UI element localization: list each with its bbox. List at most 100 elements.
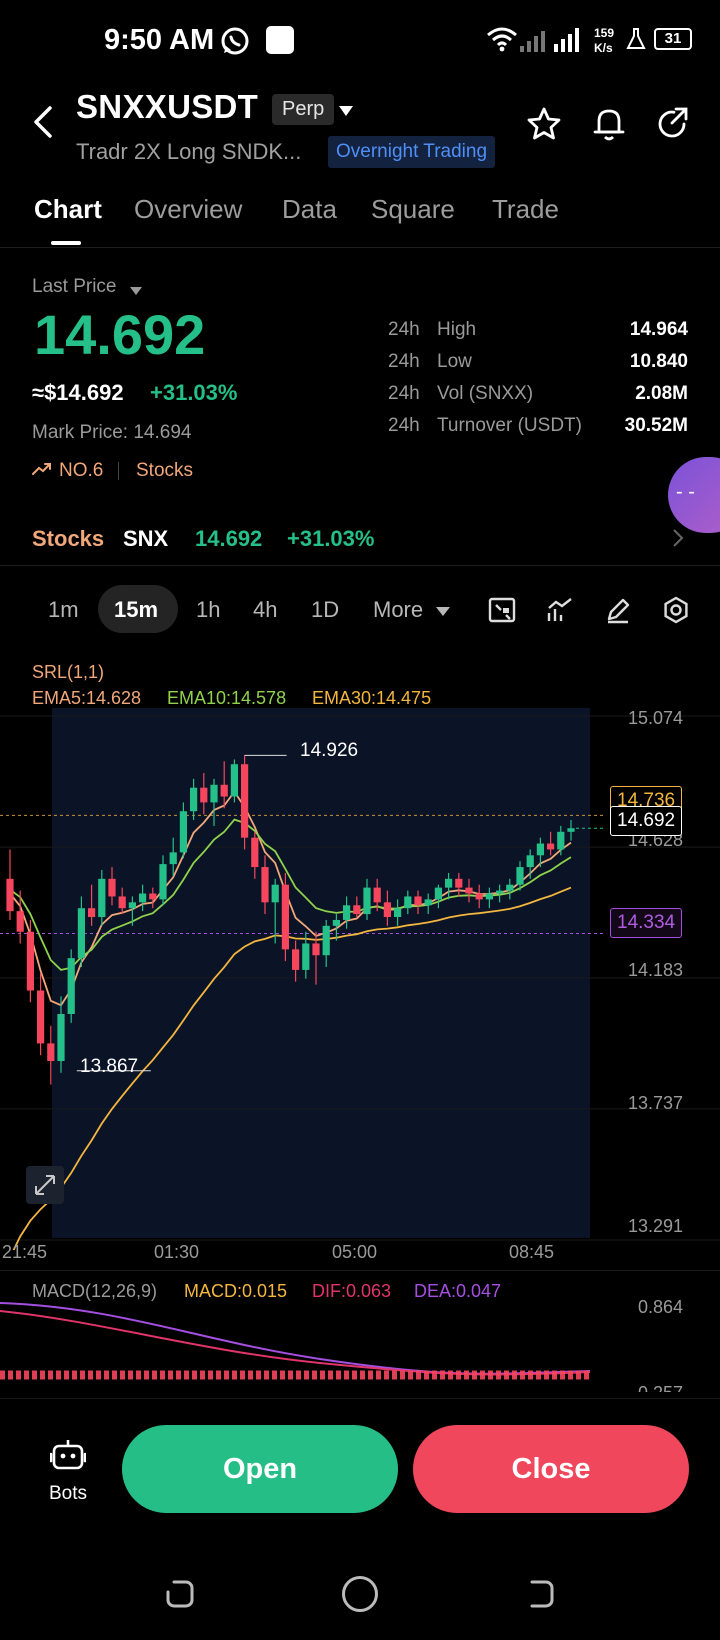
battery-icon: 31 [654,28,692,50]
chart-panel[interactable]: SRL(1,1) EMA5:14.628 EMA10:14.578 EMA30:… [0,650,720,1262]
timeframe-1m[interactable]: 1m [48,597,79,623]
wifi-icon [486,26,518,57]
candle-body [343,905,351,920]
candle-body [159,864,167,900]
stat-value: 14.964 [629,319,688,340]
candle-body [547,843,555,850]
caret-down-icon[interactable] [338,104,354,122]
close-position-button[interactable]: Close [413,1425,689,1513]
underlying-symbol: SNX [123,526,169,551]
last-price-label[interactable]: Last Price [32,276,116,298]
candle-body [57,1014,65,1062]
tab-trade[interactable]: Trade [492,194,559,225]
tab-chart[interactable]: Chart [34,194,102,225]
y-tick-1: 15.074 [628,708,684,728]
indicator-icon[interactable] [488,596,516,629]
caret-down-small-icon[interactable] [130,283,142,301]
stat-label: Turnover (USDT) [437,415,582,436]
candle-body [312,943,320,956]
back-gesture-icon[interactable] [524,1578,556,1615]
timeframe-15m[interactable]: 15m [114,597,158,623]
price-tag-current[interactable]: 14.692 [610,806,683,836]
candle-body [475,893,483,900]
candle-body [455,878,463,888]
status-time: 9:50 AM [104,24,215,56]
stat-period: 24h [388,383,420,404]
candle-body [394,908,402,918]
net-speed-unit: K/s [594,41,613,55]
macd-panel[interactable]: MACD(12,26,9) MACD:0.015 DIF:0.063 DEA:0… [0,1270,720,1392]
bots-label[interactable]: Bots [49,1483,87,1505]
net-speed-value: 159 [594,26,615,40]
contract-type-badge[interactable]: Perp [272,94,335,125]
trend-up-icon [32,462,52,481]
candle-body [16,911,24,932]
chevron-right-icon[interactable] [672,528,684,553]
low-marker-label: 13.867 [80,1056,139,1077]
tab-bar: Chart Overview Data Square Trade [0,188,720,248]
home-circle-icon[interactable] [342,1576,378,1612]
star-icon[interactable] [526,106,562,147]
stat-low: 24h Low 10.840 [388,351,688,383]
overnight-trading-badge: Overnight Trading [328,136,496,168]
ema30-label: EMA30:14.475 [312,688,432,708]
draw-pen-icon[interactable] [604,596,632,629]
candle-body [434,887,442,900]
stat-label: Low [437,351,472,372]
candle-body [485,893,493,900]
active-tab-indicator [51,241,81,245]
x-tick-4: 08:45 [509,1242,555,1262]
back-icon[interactable] [30,104,56,145]
bell-icon[interactable] [592,106,626,147]
stat-value: 10.840 [629,351,688,372]
candlestick-chart[interactable] [0,650,720,1250]
candle-body [567,828,575,832]
stat-value: 30.52M [624,415,688,436]
expand-chart-icon[interactable] [26,1166,64,1204]
timeframe-1h[interactable]: 1h [196,597,220,623]
candle-body [77,908,85,959]
symbol-title[interactable]: SNXXUSDT [76,88,258,126]
candle-body [230,764,238,797]
underlying-change: +31.03% [287,526,375,551]
chart-settings-icon[interactable] [662,596,690,629]
tab-square[interactable]: Square [371,194,455,225]
underlying-category: Stocks [32,526,105,551]
stat-label: High [437,319,477,340]
tab-overview[interactable]: Overview [134,194,242,225]
timeframe-more[interactable]: More [373,597,423,623]
category-tag[interactable]: Stocks [136,460,193,482]
rank-badge[interactable]: NO.6 [59,460,103,482]
instrument-name: Tradr 2X Long SNDK... [76,139,302,164]
timeframe-4h[interactable]: 4h [253,597,277,623]
share-icon[interactable] [654,106,690,147]
battery-level: 31 [664,30,682,47]
candle-body [261,867,269,903]
underlying-stock-row[interactable]: Stocks SNX 14.692 +31.03% [0,510,720,566]
candle-body [6,878,14,912]
underlying-price: 14.692 [195,526,263,551]
floating-bubble-text: - - [676,481,695,503]
candle-body [118,896,126,909]
timeframe-1d[interactable]: 1D [311,597,339,623]
candle-body [506,884,514,891]
candle-body [98,878,106,918]
candle-body [496,890,504,894]
candle-body [200,787,208,803]
notification-square-icon [266,26,294,54]
candle-body [139,893,147,903]
caret-down-more-icon[interactable] [436,604,450,622]
candle-body [241,764,249,838]
candle-body [404,896,412,909]
signal-icon [520,26,582,59]
bots-robot-icon[interactable] [49,1437,87,1476]
candle-body [220,784,228,797]
mark-price: Mark Price: 14.694 [32,422,192,443]
candle-body [128,902,136,909]
srl-indicator-label[interactable]: SRL(1,1) [32,662,104,683]
recent-apps-icon[interactable] [164,1578,196,1615]
tab-data[interactable]: Data [282,194,337,225]
chart-type-icon[interactable] [546,596,574,629]
candle-body [37,990,45,1044]
open-position-button[interactable]: Open [122,1425,398,1513]
